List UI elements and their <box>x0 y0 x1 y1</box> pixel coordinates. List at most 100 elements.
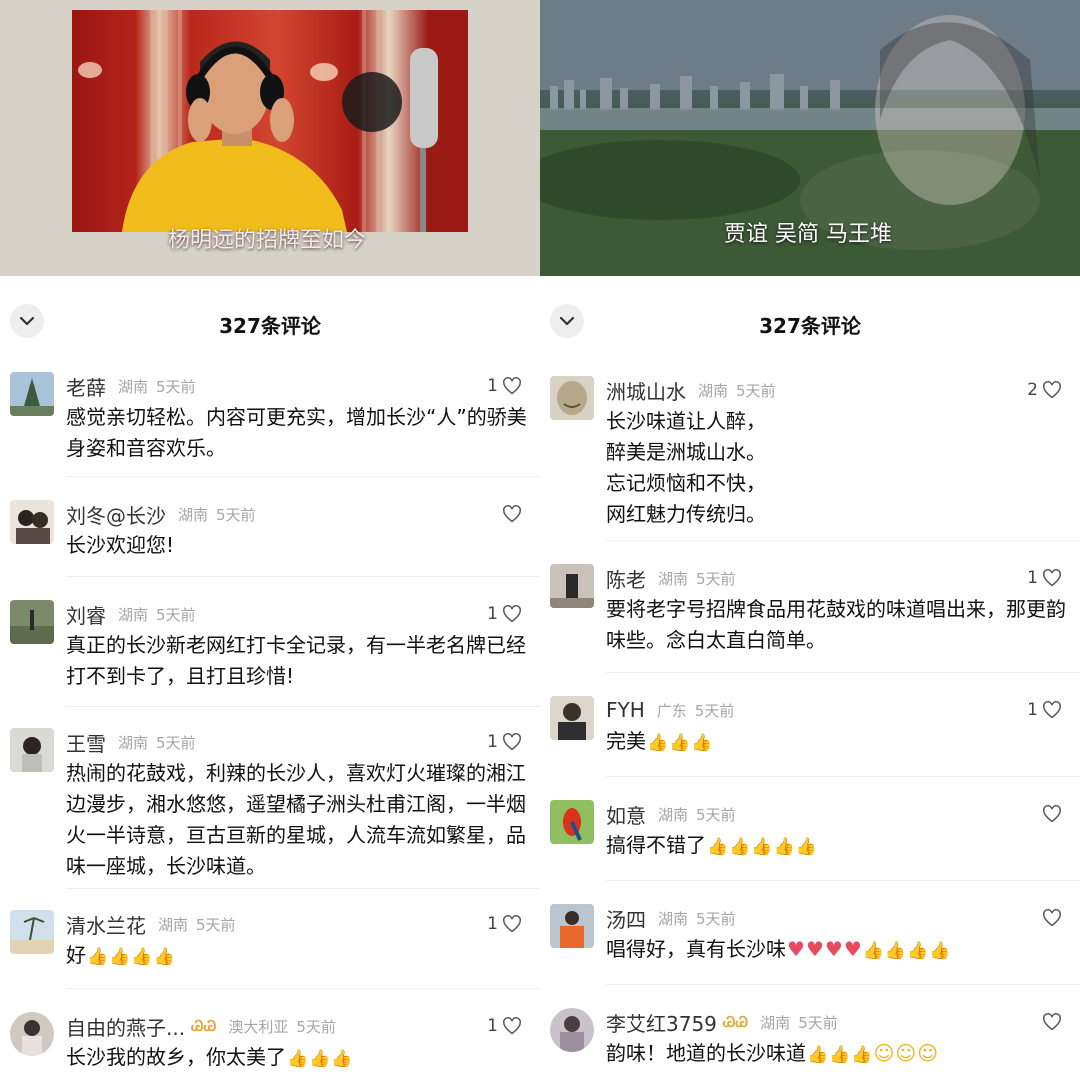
timestamp: 5天前 <box>296 1017 336 1036</box>
avatar[interactable] <box>10 372 54 416</box>
comment-text: 要将老字号招牌食品用花鼓戏的味道唱出来，那更韵味些。念白太直白简单。 <box>606 597 1066 652</box>
avatar[interactable] <box>550 1008 594 1052</box>
username[interactable]: 刘睿 <box>66 600 106 629</box>
red-heart-emoji: ♥ <box>805 937 824 961</box>
like-button[interactable] <box>1038 904 1062 932</box>
thumbs-up-emoji: 👍 <box>131 947 153 967</box>
like-button[interactable] <box>498 500 522 528</box>
like-button[interactable]: 1 <box>1027 696 1062 724</box>
username[interactable]: 陈老 <box>606 564 646 593</box>
username[interactable]: 洲城山水 <box>606 376 686 405</box>
avatar[interactable] <box>550 904 594 948</box>
like-button[interactable]: 2 <box>1027 376 1062 404</box>
like-button[interactable]: 1 <box>487 1012 522 1040</box>
region: 湖南 <box>698 381 729 400</box>
smile-emoji: ☺ <box>873 1041 895 1065</box>
comment-text: 好👍👍👍👍 <box>66 940 528 971</box>
username[interactable]: 自由的燕子... <box>66 1012 185 1041</box>
divider <box>606 880 1080 881</box>
comment-count-title: 327条评论 <box>759 314 861 338</box>
like-button[interactable]: 1 <box>1027 564 1062 592</box>
comment-text: 真正的长沙新老网红打卡全记录，有一半老名牌已经打不到卡了，且打且珍惜! <box>66 633 526 688</box>
comment-text-body: 韵味！地道的长沙味道 <box>606 1041 806 1065</box>
divider <box>66 888 540 889</box>
avatar[interactable] <box>550 564 594 608</box>
thumbs-up-emoji: 👍 <box>907 941 929 961</box>
singer-illustration <box>78 10 438 232</box>
timestamp: 5天前 <box>798 1013 838 1032</box>
username[interactable]: FYH <box>606 698 645 722</box>
heart-outline-icon <box>503 377 521 395</box>
comment-text: 唱得好，真有长沙味♥♥♥♥👍👍👍👍 <box>606 934 1068 965</box>
divider <box>606 984 1080 985</box>
heart-outline-icon <box>503 915 521 933</box>
divider <box>66 706 540 707</box>
timestamp: 5天前 <box>156 377 196 396</box>
comment-text-body: 搞得不错了 <box>606 833 706 857</box>
like-button[interactable] <box>1038 1008 1062 1036</box>
thumbs-up-emoji: 👍 <box>309 1049 331 1069</box>
thumbs-up-emoji: 👍 <box>929 941 951 961</box>
region: 湖南 <box>760 1013 791 1032</box>
red-heart-emoji: ♥ <box>787 937 805 961</box>
username[interactable]: 如意 <box>606 800 646 829</box>
region: 湖南 <box>658 909 689 928</box>
region: 澳大利亚 <box>228 1017 289 1036</box>
avatar[interactable] <box>10 910 54 954</box>
avatar[interactable] <box>10 1012 54 1056</box>
thumbs-up-emoji: 👍 <box>669 733 691 753</box>
video-frame-recording-studio[interactable]: 杨明远的招牌至如今 <box>0 0 540 276</box>
divider <box>66 988 540 989</box>
timestamp: 5天前 <box>156 733 196 752</box>
thumbs-up-emoji: 👍 <box>707 837 729 857</box>
thumbs-up-emoji: 👍 <box>851 1045 873 1065</box>
username[interactable]: 清水兰花 <box>66 910 146 939</box>
comment-text: 韵味！地道的长沙味道👍👍👍☺☺☺ <box>606 1038 1068 1069</box>
timestamp: 5天前 <box>736 381 776 400</box>
region: 湖南 <box>158 915 189 934</box>
like-button[interactable]: 1 <box>487 910 522 938</box>
comment-panel-right: 贾谊 吴简 马王堆 327条评论 洲城山水 湖南 5天前 2 长沙味道让人醉， 醉美… <box>540 0 1080 1080</box>
avatar[interactable] <box>10 500 54 544</box>
divider <box>606 672 1080 673</box>
region: 湖南 <box>118 377 149 396</box>
comment-text-body: 长沙我的故乡，你太美了 <box>66 1045 286 1069</box>
video-caption: 贾谊 吴简 马王堆 <box>724 222 892 247</box>
thumbs-up-emoji: 👍 <box>331 1049 353 1069</box>
heart-outline-icon <box>1043 381 1061 399</box>
region: 湖南 <box>118 605 149 624</box>
heart-outline-icon <box>503 733 521 751</box>
video-still-singer <box>72 10 468 232</box>
like-count: 1 <box>1027 568 1038 588</box>
comment-text: 热闹的花鼓戏，利辣的长沙人，喜欢灯火璀璨的湘江边漫步，湘水悠悠，遥望橘子洲头杜甫… <box>66 761 526 878</box>
smile-emoji: ☺ <box>917 1041 939 1065</box>
username[interactable]: 刘冬@长沙 <box>66 500 166 529</box>
thumbs-up-emoji: 👍 <box>647 733 669 753</box>
heart-outline-icon <box>1043 805 1061 823</box>
avatar[interactable] <box>10 728 54 772</box>
avatar[interactable] <box>550 696 594 740</box>
like-count: 1 <box>487 914 498 934</box>
username[interactable]: 王雪 <box>66 728 106 757</box>
like-button[interactable]: 1 <box>487 600 522 628</box>
username[interactable]: 老薛 <box>66 372 106 401</box>
like-count: 1 <box>487 376 498 396</box>
divider <box>66 576 540 577</box>
red-heart-emoji: ♥ <box>824 937 843 961</box>
like-button[interactable]: 1 <box>487 728 522 756</box>
thumbs-up-emoji: 👍 <box>287 1049 309 1069</box>
avatar[interactable] <box>550 376 594 420</box>
like-button[interactable]: 1 <box>487 372 522 400</box>
avatar[interactable] <box>10 600 54 644</box>
avatar[interactable] <box>550 800 594 844</box>
region: 湖南 <box>658 569 689 588</box>
username[interactable]: 李艾红3759 <box>606 1008 717 1037</box>
like-count: 2 <box>1027 380 1038 400</box>
video-frame-city-view[interactable]: 贾谊 吴简 马王堆 <box>540 0 1080 276</box>
like-button[interactable] <box>1038 800 1062 828</box>
thumbs-up-emoji: 👍 <box>751 837 773 857</box>
username[interactable]: 汤四 <box>606 904 646 933</box>
thumbs-up-emoji: 👍 <box>87 947 109 967</box>
timestamp: 5天前 <box>216 505 256 524</box>
like-count: 1 <box>1027 700 1038 720</box>
